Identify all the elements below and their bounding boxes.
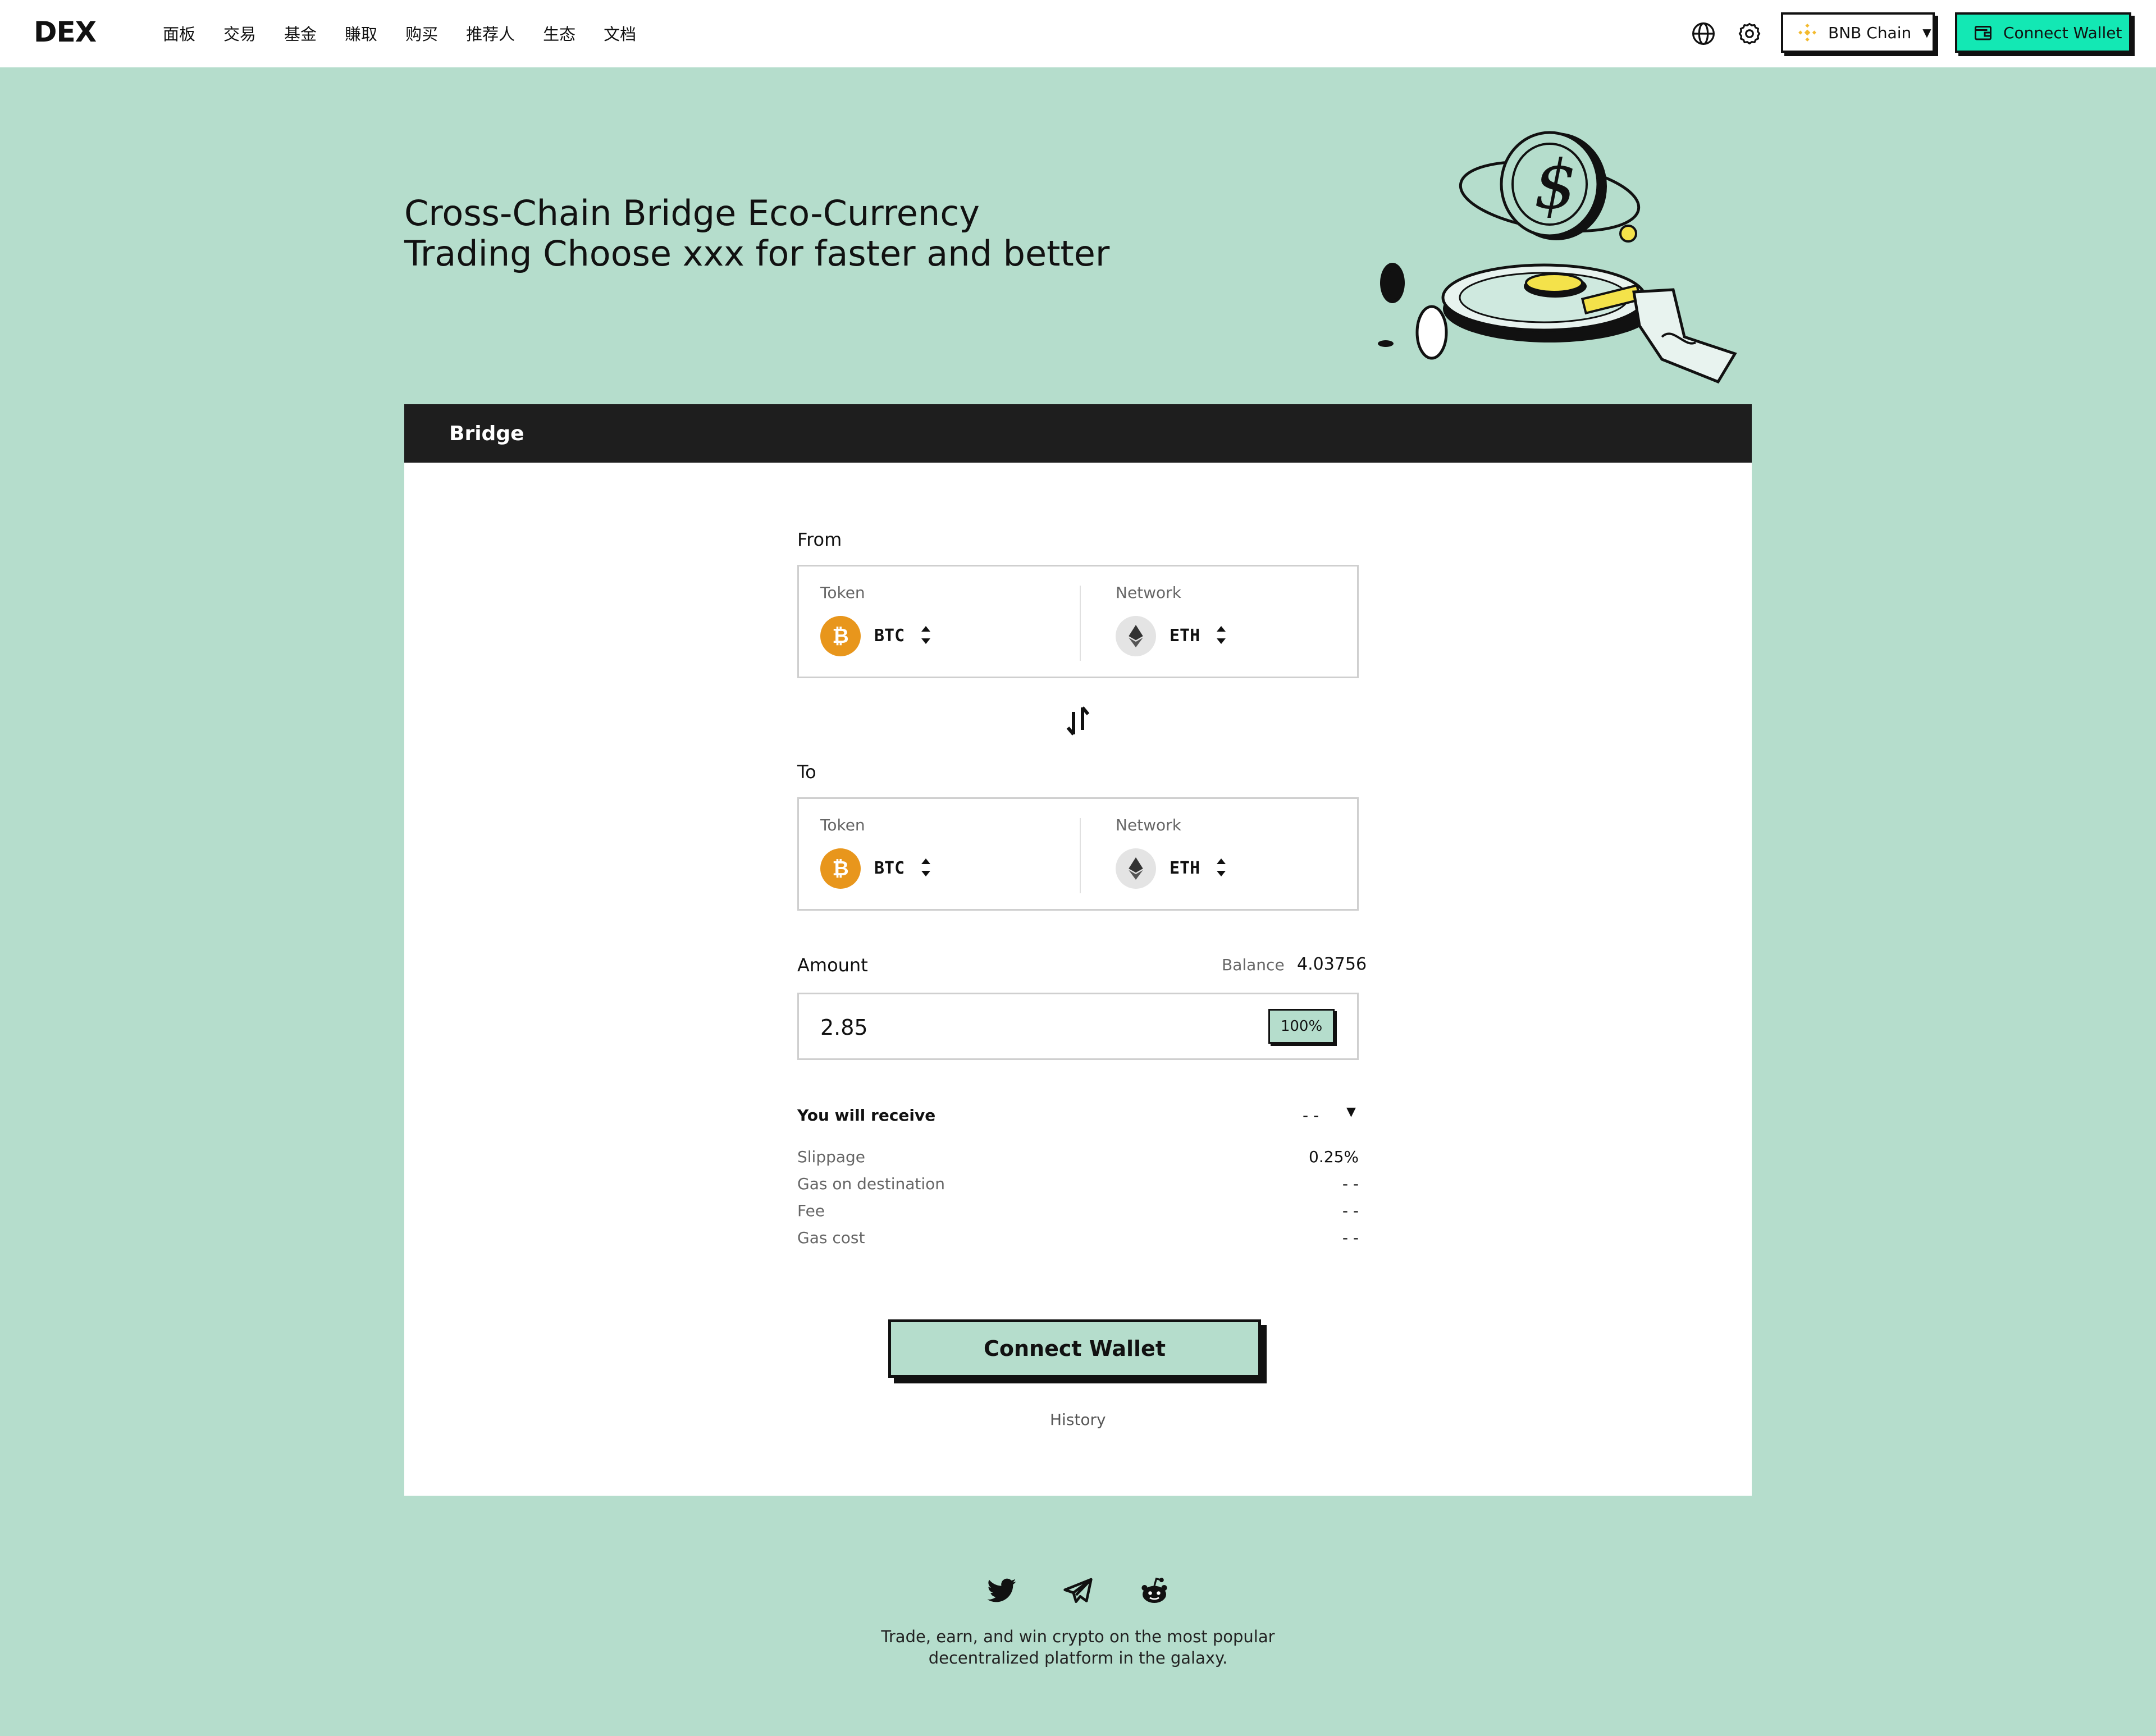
footer-tagline: Trade, earn, and win crypto on the most … — [797, 1626, 1359, 1669]
nav-item-referral[interactable]: 推荐人 — [466, 21, 515, 45]
detail-key: Fee — [797, 1202, 825, 1220]
select-divider — [1080, 586, 1081, 661]
detail-key: Gas on destination — [797, 1175, 945, 1193]
hero-line-2: Trading Choose xxx for faster and better — [404, 233, 1110, 274]
from-token-value[interactable]: BTC — [874, 626, 905, 646]
balance-value: 4.03756 — [1297, 954, 1367, 974]
chain-label: BNB Chain — [1828, 23, 1912, 42]
from-network-label: Network — [1116, 583, 1181, 602]
wallet-icon — [1975, 26, 1991, 40]
detail-row-fee: Fee - - — [797, 1202, 1359, 1224]
logo[interactable]: DEX — [34, 16, 97, 48]
twitter-icon[interactable] — [986, 1575, 1017, 1607]
balance-label: Balance — [1222, 956, 1285, 974]
main-nav: 面板 交易 基金 賺取 购买 推荐人 生态 文档 — [163, 21, 664, 45]
connect-wallet-header-button[interactable]: Connect Wallet — [1955, 12, 2131, 53]
amount-input[interactable] — [820, 1011, 1213, 1044]
hero-line-1: Cross-Chain Bridge Eco-Currency — [404, 193, 980, 234]
detail-key: Slippage — [797, 1148, 866, 1166]
select-divider — [1080, 818, 1081, 893]
eth-icon — [1116, 848, 1156, 889]
receive-label: You will receive — [797, 1106, 936, 1125]
nav-item-docs[interactable]: 文档 — [604, 21, 636, 45]
detail-row-gas-cost: Gas cost - - — [797, 1228, 1359, 1251]
from-select-box: Token ₿ BTC Network ETH — [797, 565, 1359, 678]
nav-item-ecosystem[interactable]: 生态 — [543, 21, 575, 45]
detail-value: - - — [1342, 1228, 1359, 1247]
eth-icon — [1116, 616, 1156, 656]
to-network-value[interactable]: ETH — [1170, 858, 1200, 878]
btc-icon: ₿ — [820, 616, 861, 656]
footer-line-1: Trade, earn, and win crypto on the most … — [881, 1627, 1275, 1646]
swap-direction-icon[interactable] — [1065, 705, 1091, 737]
max-percent-button[interactable]: 100% — [1268, 1009, 1335, 1044]
to-token-value[interactable]: BTC — [874, 858, 905, 878]
from-network-value[interactable]: ETH — [1170, 626, 1200, 646]
chevron-down-icon[interactable]: ▼ — [1346, 1105, 1356, 1119]
chain-selector[interactable]: BNB Chain ▼ — [1781, 12, 1935, 53]
sort-arrows-icon[interactable] — [1216, 625, 1227, 645]
history-link[interactable]: History — [1050, 1410, 1106, 1429]
btc-icon: ₿ — [820, 848, 861, 889]
connect-wallet-button[interactable]: Connect Wallet — [888, 1319, 1261, 1378]
footer-line-2: decentralized platform in the galaxy. — [928, 1648, 1228, 1668]
bridge-card-header: Bridge — [404, 404, 1752, 463]
hero-illustration: $ — [1378, 131, 1737, 384]
sort-arrows-icon[interactable] — [920, 857, 931, 878]
connect-wallet-label: Connect Wallet — [984, 1336, 1166, 1361]
telegram-icon[interactable] — [1062, 1575, 1094, 1607]
amount-field: 100% — [797, 993, 1359, 1060]
settings-icon[interactable] — [1736, 20, 1763, 47]
reddit-icon[interactable] — [1139, 1575, 1170, 1607]
nav-item-dashboard[interactable]: 面板 — [163, 21, 195, 45]
sort-arrows-icon[interactable] — [920, 625, 931, 645]
from-label: From — [797, 529, 842, 550]
svg-text:$: $ — [1534, 146, 1577, 224]
detail-value: - - — [1342, 1202, 1359, 1220]
nav-item-fund[interactable]: 基金 — [284, 21, 317, 45]
hero-title: Cross-Chain Bridge Eco-Currency Trading … — [404, 193, 1190, 274]
bridge-card-title: Bridge — [449, 422, 524, 445]
to-token-label: Token — [820, 816, 865, 834]
detail-value: 0.25% — [1309, 1148, 1359, 1166]
detail-row-slippage: Slippage 0.25% — [797, 1148, 1359, 1170]
nav-item-trade[interactable]: 交易 — [223, 21, 256, 45]
from-token-label: Token — [820, 583, 865, 602]
nav-item-earn[interactable]: 賺取 — [345, 21, 377, 45]
to-select-box: Token ₿ BTC Network ETH — [797, 797, 1359, 911]
bnb-icon — [1797, 22, 1818, 43]
to-label: To — [797, 761, 816, 783]
top-navbar: DEX 面板 交易 基金 賺取 购买 推荐人 生态 文档 BNB Chain ▼… — [0, 0, 2156, 67]
amount-label: Amount — [797, 954, 868, 976]
receive-value: - - — [1303, 1106, 1319, 1125]
detail-value: - - — [1342, 1175, 1359, 1193]
connect-wallet-header-label: Connect Wallet — [2003, 23, 2122, 42]
detail-row-gas-destination: Gas on destination - - — [797, 1175, 1359, 1197]
sort-arrows-icon[interactable] — [1216, 857, 1227, 878]
detail-key: Gas cost — [797, 1228, 865, 1247]
nav-item-buy[interactable]: 购买 — [405, 21, 438, 45]
chevron-down-icon: ▼ — [1922, 26, 1931, 39]
globe-icon[interactable] — [1690, 20, 1717, 47]
to-network-label: Network — [1116, 816, 1181, 834]
